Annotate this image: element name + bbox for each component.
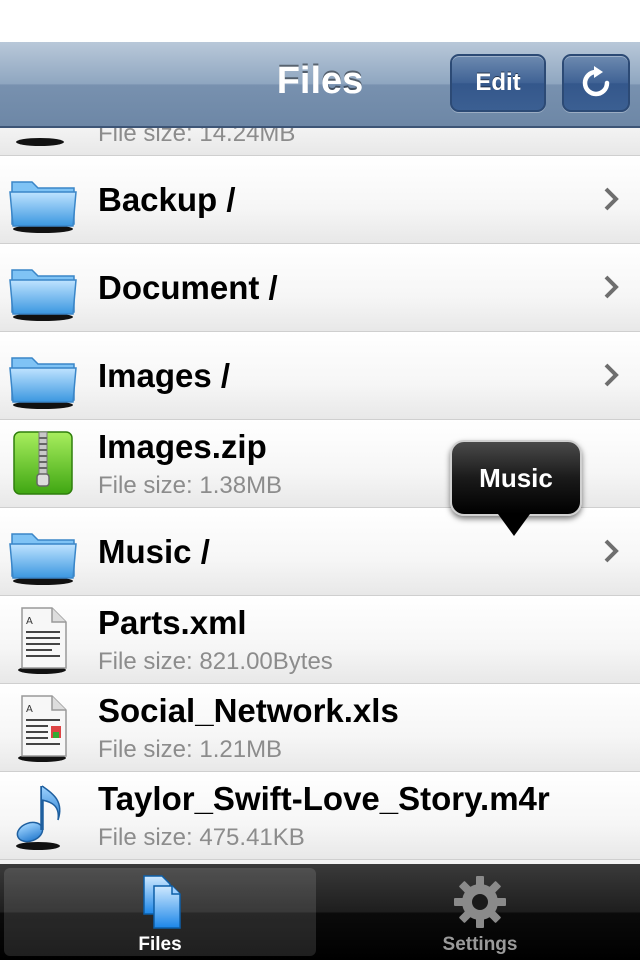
list-item[interactable]: Images / — [0, 332, 640, 420]
list-item[interactable]: Taylor_Swift-Love_Story.m4r File size: 4… — [0, 772, 640, 860]
list-item[interactable]: A Parts.xml File size: 821.00Bytes — [0, 596, 640, 684]
tab-label: Settings — [442, 934, 518, 955]
tab-settings[interactable]: Settings — [324, 868, 636, 956]
item-name: Taylor_Swift-Love_Story.m4r — [98, 780, 550, 817]
item-name: Music / — [98, 533, 210, 570]
item-name: Document / — [98, 269, 278, 306]
list-item[interactable]: A Social_Network.xls File size: 1.21MB — [0, 684, 640, 772]
item-name: Parts.xml — [98, 604, 247, 641]
files-icon — [143, 875, 181, 929]
list-item[interactable]: File size: 14.24MB — [0, 128, 640, 156]
tooltip-pointer — [498, 514, 530, 536]
file-size: File size: 821.00Bytes — [98, 648, 333, 675]
folder-icon — [9, 269, 77, 321]
svg-text:A: A — [26, 616, 33, 627]
folder-icon — [9, 357, 77, 409]
zip-archive-icon — [13, 431, 73, 495]
folder-icon — [9, 533, 77, 585]
item-name: Images.zip — [98, 428, 267, 465]
tab-label: Files — [138, 934, 182, 955]
chevron-right-icon — [604, 363, 619, 387]
status-area — [0, 0, 640, 42]
tab-files[interactable]: Files — [4, 868, 316, 956]
file-size: File size: 1.21MB — [98, 736, 283, 763]
list-item[interactable]: Document / — [0, 244, 640, 332]
item-name: Images / — [98, 357, 231, 394]
document-icon: A — [18, 607, 67, 674]
file-size: File size: 1.38MB — [98, 472, 283, 499]
list-item[interactable]: Backup / — [0, 156, 640, 244]
refresh-icon — [582, 66, 610, 97]
svg-text:A: A — [26, 704, 33, 715]
chevron-right-icon — [604, 187, 619, 211]
file-size: File size: 14.24MB — [98, 128, 296, 147]
folder-icon — [9, 181, 77, 233]
edit-button[interactable]: Edit — [450, 54, 546, 112]
item-name: Backup / — [98, 181, 236, 218]
gear-icon — [454, 876, 506, 928]
list-item[interactable]: Music / — [0, 508, 640, 596]
file-icon — [16, 138, 64, 146]
chevron-right-icon — [604, 275, 619, 299]
music-tooltip: Music — [450, 440, 582, 516]
chevron-right-icon — [604, 539, 619, 563]
item-name: Social_Network.xls — [98, 692, 399, 729]
music-note-icon — [16, 785, 61, 850]
file-size: File size: 475.41KB — [98, 824, 305, 851]
refresh-button[interactable] — [562, 54, 630, 112]
spreadsheet-document-icon: A — [18, 695, 67, 762]
tab-bar: Files Settings — [0, 864, 640, 960]
navigation-bar: Files Edit — [0, 42, 640, 128]
